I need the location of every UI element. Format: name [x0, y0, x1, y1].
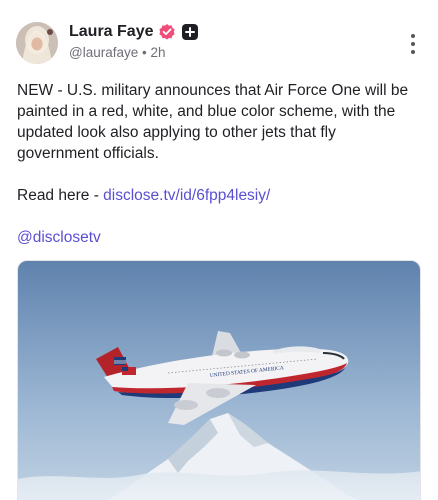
- mention-line: @disclosetv: [17, 227, 421, 248]
- avatar[interactable]: [16, 22, 58, 64]
- meta-separator: •: [142, 45, 147, 60]
- post: Laura Faye @laurafaye • 2h NEW - U.S. mi…: [0, 0, 438, 500]
- mention-link[interactable]: @disclosetv: [17, 229, 101, 246]
- post-time[interactable]: 2h: [151, 45, 166, 60]
- author-meta: @laurafaye • 2h: [69, 45, 166, 60]
- read-link[interactable]: disclose.tv/id/6fpp4lesiy/: [103, 187, 270, 204]
- author-handle[interactable]: @laurafaye: [69, 45, 138, 60]
- author-name[interactable]: Laura Faye: [69, 23, 153, 41]
- air-force-one-image: UNITED STATES OF AMERICA: [18, 261, 420, 500]
- post-body: NEW - U.S. military announces that Air F…: [17, 80, 421, 248]
- more-vertical-icon[interactable]: [410, 34, 416, 54]
- read-prefix: Read here -: [17, 187, 104, 204]
- author-row: Laura Faye: [69, 23, 199, 41]
- plus-badge-icon: [181, 23, 199, 41]
- verified-badge-icon: [158, 23, 176, 41]
- post-image[interactable]: UNITED STATES OF AMERICA: [17, 260, 421, 500]
- read-here-line: Read here - disclose.tv/id/6fpp4lesiy/: [17, 185, 421, 206]
- post-paragraph: NEW - U.S. military announces that Air F…: [17, 82, 409, 162]
